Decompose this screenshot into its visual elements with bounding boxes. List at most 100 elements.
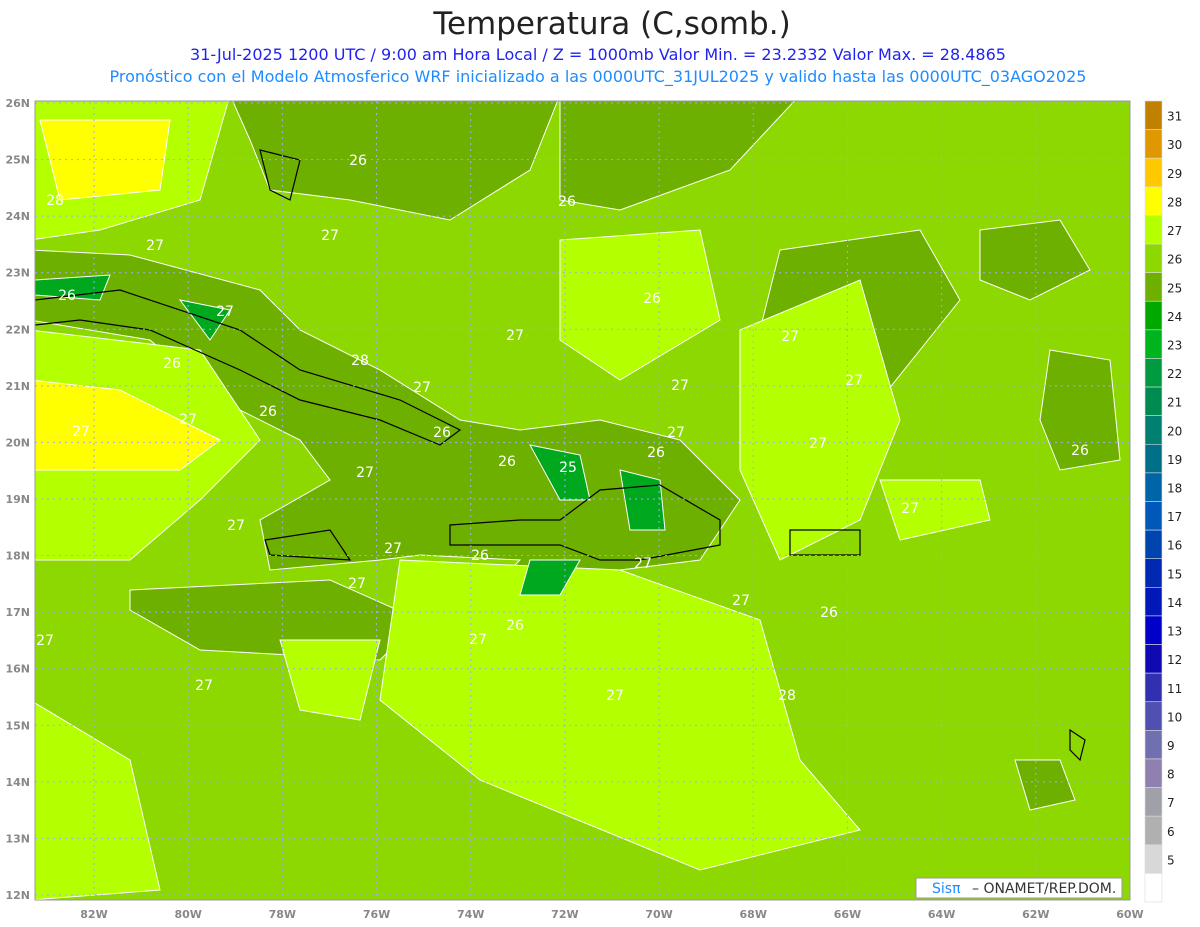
contour-label: 26 <box>643 291 661 307</box>
colorbar-label: 10 <box>1167 710 1182 724</box>
lon-tick-label: 82W <box>80 908 107 921</box>
map-panel: 26282726272627272826262727 2725262727 2627… <box>34 100 1131 901</box>
contour-label: 26 <box>498 454 516 470</box>
colorbar-swatch <box>1144 243 1163 273</box>
colorbar-swatch <box>1144 215 1163 245</box>
contour-label: 27 <box>384 541 402 557</box>
colorbar-swatch <box>1144 186 1163 216</box>
contour-label: 27 <box>413 380 431 396</box>
colorbar-label: 27 <box>1167 224 1182 238</box>
credit-brand: Sisπ <box>932 881 961 897</box>
contour-label: 27 <box>809 436 827 452</box>
colorbar-label: 20 <box>1167 424 1182 438</box>
contour-label: 26 <box>349 153 367 169</box>
lat-tick-label: 18N <box>5 550 30 563</box>
lat-tick-label: 26N <box>5 97 30 110</box>
contour-label: 26 <box>58 288 76 304</box>
colorbar-swatch <box>1144 386 1163 416</box>
contour-label: 25 <box>559 460 577 476</box>
colorbar-label: 5 <box>1167 853 1175 867</box>
credit-box: Sisπ – ONAMET/REP.DOM. <box>915 877 1123 899</box>
contour-label: 27 <box>732 593 750 609</box>
lon-tick-label: 76W <box>363 908 390 921</box>
colorbar-swatch <box>1144 272 1163 302</box>
colorbar-swatch <box>1144 587 1163 617</box>
colorbar-legend: 31 30 29 28 27 26 25 24 23 22 21 20 19 18 17 16 15 14 13 12… <box>1144 100 1182 903</box>
contour-label: 27 <box>506 328 524 344</box>
colorbar-swatch <box>1144 758 1163 788</box>
colorbar-label: 11 <box>1167 682 1182 696</box>
subtitle-date-info: 31-Jul-2025 1200 UTC / 9:00 am Hora Loca… <box>190 45 1006 64</box>
contour-label: 28 <box>778 688 796 704</box>
contour-label: 27 <box>227 518 245 534</box>
lat-tick-label: 15N <box>5 719 30 732</box>
colorbar-swatch <box>1144 730 1163 760</box>
contour-label: 26 <box>471 548 489 564</box>
colorbar-swatch <box>1144 358 1163 388</box>
colorbar-label: 21 <box>1167 396 1182 410</box>
colorbar-label: 12 <box>1167 653 1182 667</box>
lon-tick-label: 62W <box>1022 908 1049 921</box>
lon-tick-label: 68W <box>740 908 767 921</box>
lon-tick-label: 64W <box>928 908 955 921</box>
lon-tick-label: 74W <box>457 908 484 921</box>
colorbar-label: 24 <box>1167 310 1182 324</box>
contour-label: 27 <box>216 304 234 320</box>
longitude-axis: 82W 80W 78W 76W 74W 72W 70W 68W 66W 64W 62W 60W <box>80 908 1143 921</box>
colorbar-label: 26 <box>1167 253 1182 267</box>
lat-tick-label: 12N <box>5 889 30 902</box>
contour-label: 27 <box>671 378 689 394</box>
contour-label: 28 <box>46 193 64 209</box>
colorbar-label: 8 <box>1167 768 1175 782</box>
lon-tick-label: 80W <box>174 908 201 921</box>
lat-tick-label: 25N <box>5 154 30 167</box>
colorbar-swatch <box>1144 329 1163 359</box>
contour-label: 26 <box>1071 443 1089 459</box>
colorbar-swatch <box>1144 300 1163 331</box>
colorbar-swatch <box>1144 129 1163 159</box>
colorbar-swatch <box>1144 844 1163 874</box>
contour-label: 27 <box>195 678 213 694</box>
lat-tick-label: 20N <box>5 436 30 449</box>
colorbar-swatch <box>1144 672 1163 703</box>
colorbar-swatch <box>1144 787 1163 817</box>
colorbar-swatch <box>1144 701 1163 731</box>
colorbar-label: 6 <box>1167 825 1175 839</box>
lat-tick-label: 22N <box>5 323 30 336</box>
colorbar-swatch <box>1144 100 1163 130</box>
contour-label: 27 <box>781 329 799 345</box>
contour-label: 26 <box>558 194 576 210</box>
colorbar-label: 30 <box>1167 138 1182 152</box>
credit-text: – ONAMET/REP.DOM. <box>972 881 1116 897</box>
lat-tick-label: 24N <box>5 210 30 223</box>
colorbar-label: 22 <box>1167 367 1182 381</box>
lat-tick-label: 19N <box>5 493 30 506</box>
contour-label: 26 <box>647 445 665 461</box>
colorbar-label: 14 <box>1167 596 1182 610</box>
contour-label: 27 <box>469 632 487 648</box>
contour-label: 26 <box>820 605 838 621</box>
contour-label: 27 <box>321 228 339 244</box>
colorbar-swatch <box>1144 157 1163 188</box>
map-title: Temperatura (C,somb.) <box>432 6 790 42</box>
colorbar-label: 25 <box>1167 281 1182 295</box>
contour-label: 27 <box>72 424 90 440</box>
contour-label: 27 <box>146 238 164 254</box>
lon-tick-label: 60W <box>1116 908 1143 921</box>
contour-label: 27 <box>606 688 624 704</box>
contour-label: 27 <box>667 425 685 441</box>
contour-label: 27 <box>179 412 197 428</box>
colorbar-label: 31 <box>1167 110 1182 124</box>
contour-label: 26 <box>433 425 451 441</box>
lat-tick-label: 14N <box>5 776 30 789</box>
contour-label: 26 <box>163 356 181 372</box>
lat-tick-label: 23N <box>5 267 30 280</box>
temperature-map-figure: Temperatura (C,somb.) 31-Jul-2025 1200 U… <box>5 6 1182 921</box>
colorbar-label: 13 <box>1167 625 1182 639</box>
colorbar-label: 28 <box>1167 195 1182 209</box>
colorbar-label: 23 <box>1167 338 1182 352</box>
colorbar-swatch <box>1144 472 1163 502</box>
lat-tick-label: 13N <box>5 832 30 845</box>
colorbar-swatch <box>1144 501 1163 531</box>
colorbar-swatch <box>1144 558 1163 588</box>
